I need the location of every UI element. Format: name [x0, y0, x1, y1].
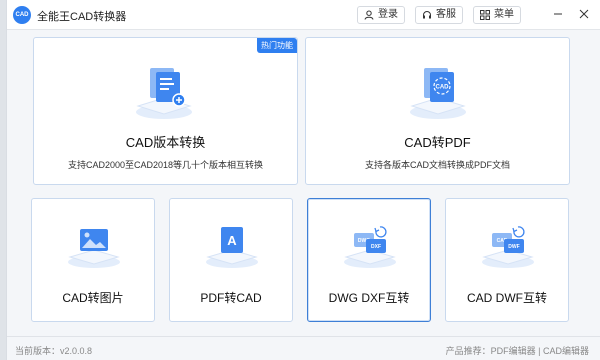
status-bar: 当前版本：v2.0.0.8 产品推荐：PDF编辑器 | CAD编辑器	[7, 336, 600, 360]
close-icon	[579, 9, 589, 19]
card-dwg-dxf-convert[interactable]: DWG DXF DWG DXF互转	[307, 198, 431, 322]
pdf-file-icon: A	[206, 227, 258, 268]
app-title: 全能王CAD转换器	[37, 11, 127, 23]
card-cad-to-image[interactable]: CAD转图片	[31, 198, 155, 322]
document-add-icon	[136, 68, 192, 119]
menu-button[interactable]: 菜单	[473, 6, 521, 24]
card-cad-to-pdf[interactable]: CAD CAD转PDF 支持各版本CAD文档转换成PDF文档	[305, 37, 570, 185]
card-description: 支持各版本CAD文档转换成PDF文档	[364, 160, 510, 170]
app-window: CAD 全能王CAD转换器 登录 客服 菜单 热门功能 CAD版本转换 支持CA…	[6, 0, 600, 360]
service-label: 客服	[436, 9, 456, 20]
close-button[interactable]	[575, 5, 593, 23]
title-bar: CAD 全能王CAD转换器 登录 客服 菜单	[7, 0, 600, 30]
card-cad-dwf-convert[interactable]: CAD DWF CAD DWF互转	[445, 198, 569, 322]
product-recommend-links[interactable]: 产品推荐：PDF编辑器 | CAD编辑器	[446, 344, 589, 357]
cad-file-icon-text: CAD	[436, 85, 450, 91]
dwg-dxf-swap-icon: DWG DXF	[344, 226, 396, 268]
card-title: PDF转CAD	[200, 291, 262, 305]
cad-file-icon: CAD	[410, 68, 466, 119]
login-label: 登录	[378, 9, 398, 20]
login-button[interactable]: 登录	[357, 6, 405, 24]
card-description: 支持CAD2000至CAD2018等几十个版本相互转换	[67, 160, 264, 170]
pdf-file-icon-text: A	[227, 233, 237, 248]
image-icon	[68, 229, 120, 268]
card-title: DWG DXF互转	[328, 291, 410, 305]
version-text: 当前版本：v2.0.0.8	[15, 346, 93, 356]
app-logo-icon: CAD	[13, 6, 31, 24]
service-button[interactable]: 客服	[415, 6, 463, 24]
card-cad-version-convert[interactable]: 热门功能 CAD版本转换 支持CAD2000至CAD2018等几十个版本相互转换	[33, 37, 298, 185]
grid-menu-icon	[480, 10, 490, 20]
swap-icon-text-b: DWF	[508, 244, 519, 250]
cad-dwf-swap-icon: CAD DWF	[482, 226, 534, 268]
headset-icon	[423, 11, 431, 19]
minimize-icon	[554, 13, 562, 15]
card-pdf-to-cad[interactable]: A PDF转CAD	[169, 198, 293, 322]
swap-icon-text-b: DXF	[371, 244, 381, 250]
card-title: CAD版本转换	[125, 135, 206, 150]
minimize-button[interactable]	[549, 5, 567, 23]
card-title: CAD转PDF	[404, 135, 471, 150]
card-title: CAD DWF互转	[467, 291, 547, 305]
menu-label: 菜单	[494, 9, 514, 20]
user-icon	[364, 10, 374, 20]
card-title: CAD转图片	[62, 291, 124, 305]
hot-feature-badge: 热门功能	[257, 38, 297, 53]
